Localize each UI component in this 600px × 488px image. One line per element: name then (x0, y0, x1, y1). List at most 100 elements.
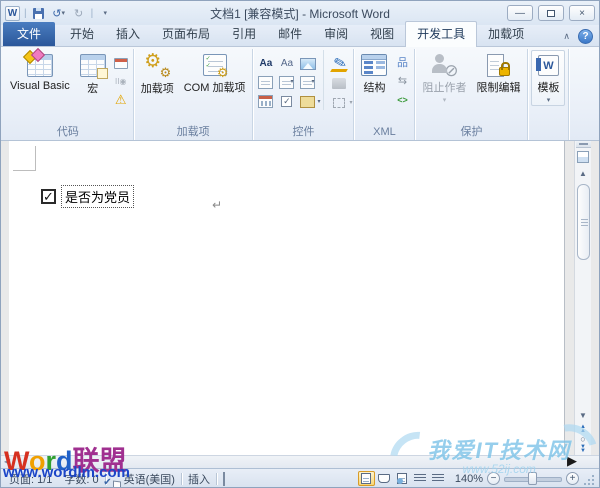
ruler-icon (577, 151, 589, 163)
record-macro-button[interactable] (112, 56, 130, 71)
watermark-left-url: www.wordlm.com (3, 464, 130, 481)
quick-access-toolbar: W | ↺ ▾ ↻ | ▾ (5, 5, 113, 21)
structure-button[interactable]: 结构 (357, 50, 391, 96)
restrict-editing-icon (486, 54, 511, 77)
group-label-code: 代码 (56, 126, 79, 138)
properties-button[interactable] (330, 76, 348, 91)
transformation-icon: ⇆ (397, 75, 408, 87)
rich-text-control-button[interactable]: Aa (256, 55, 275, 72)
word-window: W | ↺ ▾ ↻ | ▾ 文档1 [兼容模式] - Microsoft Word… (0, 0, 600, 488)
watermark-right-logo: 我爱IT技术网 (427, 438, 571, 463)
group-controls: Aa Aa ✓ ✎ 控件 (253, 49, 355, 140)
document-template-button[interactable]: W 模板 ▾ (531, 50, 566, 106)
combo-box-control-button[interactable] (277, 74, 296, 91)
tab-add-ins[interactable]: 加载项 (477, 22, 535, 46)
scroll-up-button[interactable]: ▲ (576, 166, 591, 181)
split-handle[interactable] (575, 141, 591, 148)
checkbox-control-button[interactable]: ✓ (277, 93, 296, 110)
tab-view[interactable]: 视图 (359, 22, 405, 46)
macros-button[interactable]: 宏 (76, 50, 110, 97)
dropdown-arrow-icon2: ▾ (546, 97, 551, 104)
macro-security-button[interactable]: ⚠ (112, 92, 130, 107)
minimize-ribbon-chevron[interactable]: ∧ (563, 31, 570, 42)
schema-icon: 品 (396, 57, 408, 69)
dropdown-list-control-button[interactable] (298, 74, 317, 91)
tab-insert[interactable]: 插入 (105, 22, 151, 46)
tab-mailings[interactable]: 邮件 (267, 22, 313, 46)
date-picker-control-button[interactable] (256, 93, 275, 110)
expansion-packs-button[interactable]: <> (393, 92, 411, 107)
legacy-tools-button[interactable] (298, 93, 320, 110)
structure-icon (361, 54, 388, 76)
add-ins-button[interactable]: ⚙ ⚙ 加载项 (137, 50, 178, 97)
close-button[interactable]: × (569, 5, 595, 21)
undo-button[interactable]: ↺ ▾ (51, 6, 67, 21)
macro-recording-status-button[interactable] (217, 471, 231, 486)
pause-recording-button[interactable]: II◉ (112, 74, 130, 89)
com-add-ins-button[interactable]: COM 加载项 (180, 50, 250, 96)
checkbox-control-icon: ✓ (281, 96, 293, 107)
restrict-editing-button[interactable]: 限制编辑 (472, 50, 524, 96)
properties-icon (332, 78, 347, 89)
customize-qat-dropdown[interactable]: ▾ (97, 6, 113, 21)
save-button[interactable] (31, 6, 47, 21)
group-add-ins: ⚙⚙ 加载项 COM 加载项 加载项 (134, 49, 254, 140)
group-templates: W 模板 ▾ (528, 49, 570, 140)
building-block-control-button[interactable] (256, 74, 275, 91)
paragraph-mark: ↵ (212, 198, 223, 212)
redo-button[interactable]: ↻ (71, 6, 87, 21)
checkbox-label: 是否为党员 (61, 185, 135, 208)
vertical-scrollbar[interactable]: ▲ ▼ ▲ ▲ ○ ▼ ▼ (574, 141, 591, 455)
picture-control-button[interactable] (298, 55, 317, 72)
ribbon-tab-bar: 文件 开始 插入 页面布局 引用 邮件 审阅 视图 开发工具 加载项 ∧ ? (1, 21, 599, 47)
plain-text-control-button[interactable]: Aa (277, 55, 296, 72)
restore-button[interactable] (538, 5, 564, 21)
macro-recording-icon (222, 471, 225, 486)
building-block-icon (258, 76, 274, 89)
design-mode-button[interactable]: ✎ (330, 53, 350, 74)
picture-control-icon (299, 57, 316, 70)
insert-mode-status[interactable]: 插入 (182, 471, 216, 487)
tab-home[interactable]: 开始 (59, 22, 105, 46)
group-label-protect: 保护 (460, 126, 483, 138)
view-print-layout-button[interactable] (357, 471, 375, 486)
dropdown-list-icon (300, 76, 316, 89)
group-label-add-ins: 加载项 (176, 126, 210, 138)
schema-button[interactable]: 品 (393, 56, 411, 71)
document-page[interactable]: ✓ 是否为党员 ↵ (9, 141, 565, 455)
design-mode-icon: ✎ (332, 53, 349, 74)
tab-review[interactable]: 审阅 (313, 22, 359, 46)
scroll-down-button[interactable]: ▼ (576, 408, 591, 423)
tab-references[interactable]: 引用 (221, 22, 267, 46)
checkbox-field[interactable]: ✓ 是否为党员 (41, 185, 135, 208)
word-logo-icon[interactable]: W (5, 5, 20, 21)
com-add-ins-icon (202, 54, 229, 79)
tab-page-layout[interactable]: 页面布局 (151, 22, 221, 46)
block-authors-button[interactable]: ⊘ 阻止作者 ▾ (418, 50, 470, 105)
watermark-right: 我爱IT技术网 www.52ij.com (427, 433, 571, 476)
ruler-toggle-button[interactable] (576, 148, 591, 166)
visual-basic-button[interactable]: Visual Basic (6, 50, 74, 93)
tab-developer[interactable]: 开发工具 (405, 21, 478, 47)
tab-file[interactable]: 文件 (3, 22, 56, 46)
restore-icon (547, 9, 555, 17)
scroll-thumb[interactable] (576, 184, 590, 260)
group-label-controls: 控件 (292, 126, 315, 138)
macros-icon (79, 54, 108, 79)
help-button[interactable]: ? (578, 29, 593, 44)
minimize-button[interactable]: — (507, 5, 533, 21)
group-protect: ⊘ 阻止作者 ▾ 限制编辑 保护 (415, 49, 529, 140)
checkbox[interactable]: ✓ (41, 189, 56, 204)
group-controls-button[interactable] (330, 95, 352, 110)
lock-icon (499, 62, 511, 76)
group-icon (333, 97, 352, 108)
document-area: ✓ 是否为党员 ↵ ▲ ▼ ▲ ▲ ○ ▼ ▼ (1, 141, 599, 455)
group-code: Visual Basic 宏 II◉ ⚠ 代码 (3, 49, 134, 140)
resize-grip[interactable] (583, 472, 595, 486)
dropdown-arrow-icon: ▾ (442, 97, 447, 104)
view-full-screen-button[interactable] (376, 471, 393, 486)
visual-basic-icon (26, 54, 53, 77)
group-label-xml: XML (373, 126, 396, 138)
transformation-button[interactable]: ⇆ (393, 74, 411, 89)
qat-separator: | (24, 7, 27, 19)
